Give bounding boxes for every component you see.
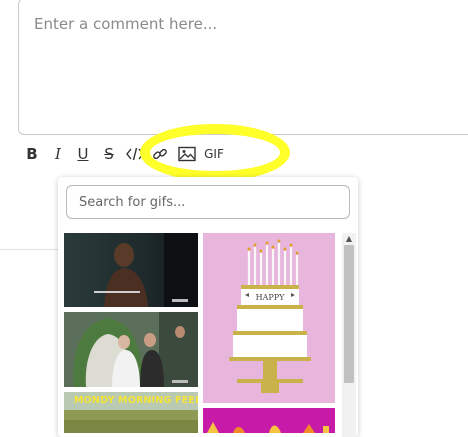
pink-banner-thumbnail-icon bbox=[203, 408, 335, 433]
code-button[interactable] bbox=[125, 144, 145, 164]
image-button[interactable] bbox=[177, 144, 197, 164]
gif-thumbnail[interactable]: HAPPY bbox=[203, 233, 335, 403]
gif-caption: MONDY MORNING FEELING bbox=[74, 395, 198, 406]
formatting-toolbar: B I U S GIF bbox=[0, 140, 300, 168]
tv-scene-thumbnail-icon bbox=[64, 233, 198, 307]
underline-button[interactable]: U bbox=[75, 144, 91, 164]
italic-button[interactable]: I bbox=[50, 144, 66, 164]
happy-birthday-cake-icon: HAPPY bbox=[203, 233, 335, 403]
image-icon bbox=[178, 146, 196, 162]
divider-line bbox=[0, 249, 59, 250]
code-icon bbox=[126, 147, 144, 161]
gif-button[interactable]: GIF bbox=[202, 144, 226, 164]
svg-text:HAPPY: HAPPY bbox=[256, 293, 286, 302]
scroll-thumb[interactable] bbox=[344, 245, 354, 383]
link-icon bbox=[153, 148, 167, 160]
bold-button[interactable]: B bbox=[24, 144, 40, 164]
gif-thumbnail[interactable] bbox=[203, 408, 335, 433]
gif-thumbnail[interactable] bbox=[64, 233, 198, 307]
comment-placeholder: Enter a comment here... bbox=[34, 15, 218, 33]
gif-picker-popup: HAPPY MONDY bbox=[58, 177, 358, 437]
link-button[interactable] bbox=[151, 144, 169, 164]
scroll-up-arrow-icon[interactable]: ▲ bbox=[342, 233, 356, 243]
wedding-scene-thumbnail-icon bbox=[64, 312, 198, 387]
gif-grid: HAPPY MONDY MORNING FEE bbox=[64, 233, 340, 433]
gif-search-input[interactable] bbox=[66, 185, 350, 219]
gif-scrollbar[interactable]: ▲ bbox=[342, 233, 356, 437]
comment-textarea[interactable]: Enter a comment here... bbox=[18, 0, 468, 135]
gif-thumbnail[interactable] bbox=[64, 312, 198, 387]
strikethrough-button[interactable]: S bbox=[101, 144, 117, 164]
